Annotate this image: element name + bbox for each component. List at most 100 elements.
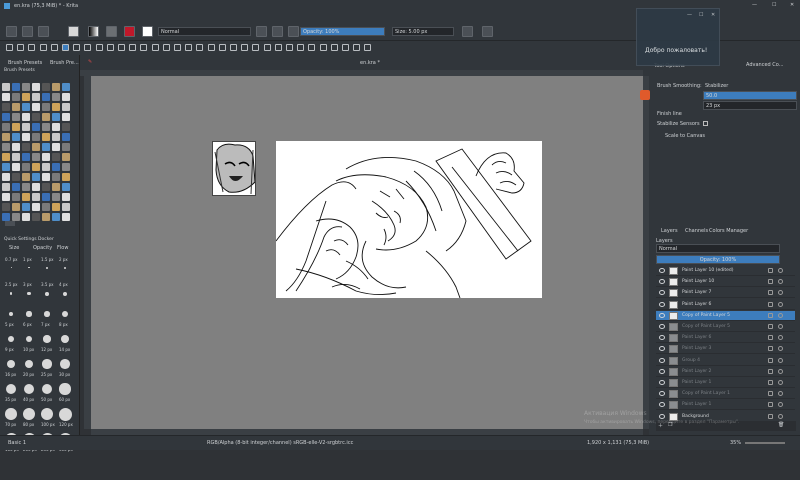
- reference-tool-icon[interactable]: [252, 44, 260, 51]
- brush-preset-thumb[interactable]: [62, 203, 70, 211]
- brush-preset-thumb[interactable]: [12, 153, 20, 161]
- rect-select-tool-icon[interactable]: [263, 44, 271, 51]
- freehand-select-tool-icon[interactable]: [297, 44, 305, 51]
- brush-preset-thumb[interactable]: [22, 123, 30, 131]
- layer-row[interactable]: Paint Layer 6: [656, 333, 795, 344]
- brush-size-option[interactable]: 50 px: [38, 380, 56, 404]
- blend-mode-select[interactable]: Normal: [158, 27, 251, 36]
- brush-preset-thumb[interactable]: [12, 123, 20, 131]
- brush-preset-thumb[interactable]: [42, 193, 50, 201]
- alpha-lock-icon[interactable]: [778, 279, 783, 285]
- brush-preset-thumb[interactable]: [32, 113, 40, 121]
- brush-preset-thumb[interactable]: [52, 133, 60, 141]
- color-picker-tool-icon[interactable]: [218, 44, 226, 51]
- brush-preset-thumb[interactable]: [22, 113, 30, 121]
- lock-icon[interactable]: [768, 368, 773, 374]
- alpha-lock-icon[interactable]: [778, 346, 783, 352]
- brush-preset-thumb[interactable]: [62, 93, 70, 101]
- layers-tab-0[interactable]: Layers: [661, 228, 678, 234]
- brush-preset-thumb[interactable]: [12, 213, 20, 221]
- brush-size-option[interactable]: 9 px: [2, 330, 20, 354]
- brush-preset-thumb[interactable]: [2, 183, 10, 191]
- lock-icon[interactable]: [768, 312, 773, 318]
- brush-size-option[interactable]: 40 px: [20, 380, 38, 404]
- alpha-lock-icon[interactable]: [778, 301, 783, 307]
- delay-field[interactable]: 23 px: [703, 101, 797, 110]
- layer-row[interactable]: Paint Layer 1: [656, 378, 795, 388]
- edit-shapes-tool-icon[interactable]: [28, 44, 36, 51]
- brush-preset-thumb[interactable]: [22, 173, 30, 181]
- brush-size-option[interactable]: 16 px: [2, 355, 20, 379]
- brush-preset-thumb[interactable]: [42, 113, 50, 121]
- visibility-eye-icon[interactable]: [659, 402, 665, 408]
- brush-preset-thumb[interactable]: [12, 163, 20, 171]
- brush-preset-thumb[interactable]: [42, 143, 50, 151]
- alpha-lock-icon[interactable]: [778, 402, 783, 408]
- brush-preset-thumb[interactable]: [62, 103, 70, 111]
- bezier-select-tool-icon[interactable]: [330, 44, 338, 51]
- brush-preset-thumb[interactable]: [2, 203, 10, 211]
- brush-preset-thumb[interactable]: [22, 143, 30, 151]
- brush-preset-thumb[interactable]: [52, 173, 60, 181]
- transform-tool-icon[interactable]: [162, 44, 170, 51]
- brush-size-option[interactable]: 80 px: [20, 405, 38, 429]
- brush-preset-thumb[interactable]: [42, 173, 50, 181]
- gradient-icon[interactable]: [88, 26, 99, 37]
- brush-preset-thumb[interactable]: [42, 103, 50, 111]
- alpha-lock-icon[interactable]: [778, 380, 783, 385]
- popup-minimize-icon[interactable]: —: [687, 12, 692, 18]
- brush-preset-thumb[interactable]: [62, 213, 70, 221]
- lock-icon[interactable]: [768, 391, 773, 397]
- distance-slider[interactable]: 50.0: [703, 91, 797, 100]
- brush-preset-thumb[interactable]: [42, 203, 50, 211]
- brush-preset-thumb[interactable]: [32, 183, 40, 191]
- brush-preset-thumb[interactable]: [62, 133, 70, 141]
- brush-size-option[interactable]: 12 px: [38, 330, 56, 354]
- brush-preset-thumb[interactable]: [2, 133, 10, 141]
- brush-preset-thumb[interactable]: [12, 83, 20, 91]
- brush-preset-thumb[interactable]: [2, 123, 10, 131]
- brush-preset-thumb[interactable]: [12, 193, 20, 201]
- brush-size-option[interactable]: 2 px: [56, 255, 74, 279]
- save-icon[interactable]: [38, 26, 49, 37]
- brush-preset-thumb[interactable]: [32, 93, 40, 101]
- select-shapes-tool-icon[interactable]: [6, 44, 13, 51]
- layer-row[interactable]: Copy of Paint Layer 5: [656, 310, 795, 321]
- magnetic-select-tool-icon[interactable]: [342, 44, 349, 51]
- brush-preset-thumb[interactable]: [2, 173, 10, 181]
- maximize-icon[interactable]: ☐: [772, 2, 776, 8]
- brush-size-option[interactable]: 3 px: [20, 280, 38, 304]
- brush-preset-thumb[interactable]: [52, 163, 60, 171]
- visibility-eye-icon[interactable]: [659, 279, 665, 285]
- zoom-level[interactable]: 35%: [730, 440, 741, 446]
- brush-preset-thumb[interactable]: [32, 203, 40, 211]
- brush-preset-thumb[interactable]: [22, 193, 30, 201]
- brush-size-option[interactable]: 5 px: [2, 305, 20, 329]
- alpha-lock-icon[interactable]: [778, 290, 783, 296]
- brush-preset-thumb[interactable]: [32, 123, 40, 131]
- reload-preset-icon[interactable]: [288, 26, 299, 37]
- visibility-eye-icon[interactable]: [659, 368, 665, 374]
- brush-preset-thumb[interactable]: [2, 103, 10, 111]
- brush-size-option[interactable]: 6 px: [20, 305, 38, 329]
- delete-layer-icon[interactable]: 🗑: [778, 422, 784, 428]
- brush-preset-thumb[interactable]: [62, 143, 70, 151]
- brush-preset-thumb[interactable]: [12, 203, 20, 211]
- brush-preset-thumb[interactable]: [32, 193, 40, 201]
- lock-icon[interactable]: [768, 268, 773, 273]
- visibility-eye-icon[interactable]: [659, 380, 665, 385]
- visibility-eye-icon[interactable]: [659, 301, 665, 307]
- brush-size-option[interactable]: 35 px: [2, 380, 20, 404]
- visibility-eye-icon[interactable]: [659, 391, 665, 397]
- brush-preset-thumb[interactable]: [52, 193, 60, 201]
- lock-icon[interactable]: [768, 413, 773, 419]
- brush-preset-thumb[interactable]: [12, 173, 20, 181]
- new-document-icon[interactable]: [6, 26, 17, 37]
- brush-smoothing-value[interactable]: Stabilizer: [705, 83, 728, 89]
- lock-icon[interactable]: [768, 357, 773, 363]
- brush-preset-thumb[interactable]: [52, 143, 60, 151]
- bezier-tool-icon[interactable]: [118, 44, 125, 51]
- polygon-select-tool-icon[interactable]: [286, 44, 293, 51]
- brush-preset-thumb[interactable]: [32, 213, 40, 221]
- brush-preset-thumb[interactable]: [2, 153, 10, 161]
